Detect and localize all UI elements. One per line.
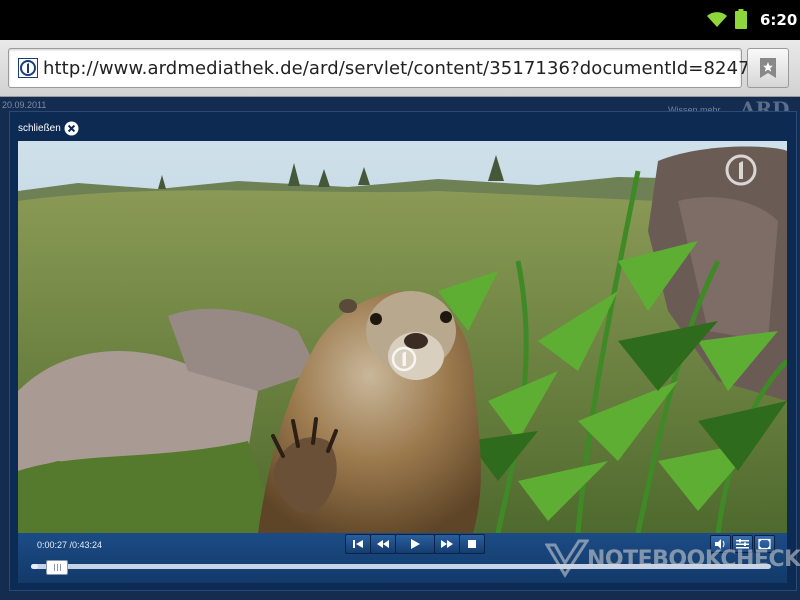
- watermark-text: NOTEBOOKCHECK: [587, 547, 800, 572]
- play-button[interactable]: [395, 534, 435, 554]
- notebookcheck-logo-icon: [545, 539, 589, 578]
- ard-favicon-icon: [18, 58, 38, 78]
- fast-forward-icon: [441, 540, 453, 548]
- skip-back-button[interactable]: [345, 534, 371, 554]
- page-date: 20.09.2011: [2, 100, 47, 110]
- url-field[interactable]: http://www.ardmediathek.de/ard/servlet/c…: [8, 48, 784, 88]
- seek-progress: [31, 564, 38, 569]
- play-icon: [411, 539, 420, 549]
- battery-icon: [735, 9, 747, 29]
- ard-watermark-icon: [725, 154, 757, 186]
- bookmark-star-icon: [760, 58, 776, 78]
- ard-center-logo-icon: [391, 346, 417, 372]
- status-bar: 6:20: [0, 0, 800, 40]
- video-overlay: schließen 0:00:27 /0:43:24: [9, 111, 797, 591]
- seek-handle[interactable]: [46, 560, 68, 575]
- rewind-icon: [377, 540, 389, 548]
- bookmark-button[interactable]: [747, 48, 789, 88]
- timecode: 0:00:27 /0:43:24: [37, 540, 103, 550]
- stop-button[interactable]: [459, 534, 485, 554]
- fast-forward-button[interactable]: [434, 534, 460, 554]
- wifi-icon: [707, 12, 727, 27]
- stop-icon: [468, 540, 476, 548]
- rewind-button[interactable]: [370, 534, 396, 554]
- grip-icon: [54, 564, 61, 571]
- browser-toolbar: http://www.ardmediathek.de/ard/servlet/c…: [0, 40, 800, 97]
- close-label: schließen: [18, 123, 61, 134]
- clock: 6:20: [760, 11, 798, 29]
- skip-back-icon: [353, 540, 363, 548]
- video-scene: [18, 141, 787, 533]
- close-icon[interactable]: [64, 121, 79, 136]
- video-frame[interactable]: [18, 141, 787, 533]
- url-text: http://www.ardmediathek.de/ard/servlet/c…: [43, 58, 785, 79]
- notebookcheck-watermark: NOTEBOOKCHECK: [545, 535, 800, 585]
